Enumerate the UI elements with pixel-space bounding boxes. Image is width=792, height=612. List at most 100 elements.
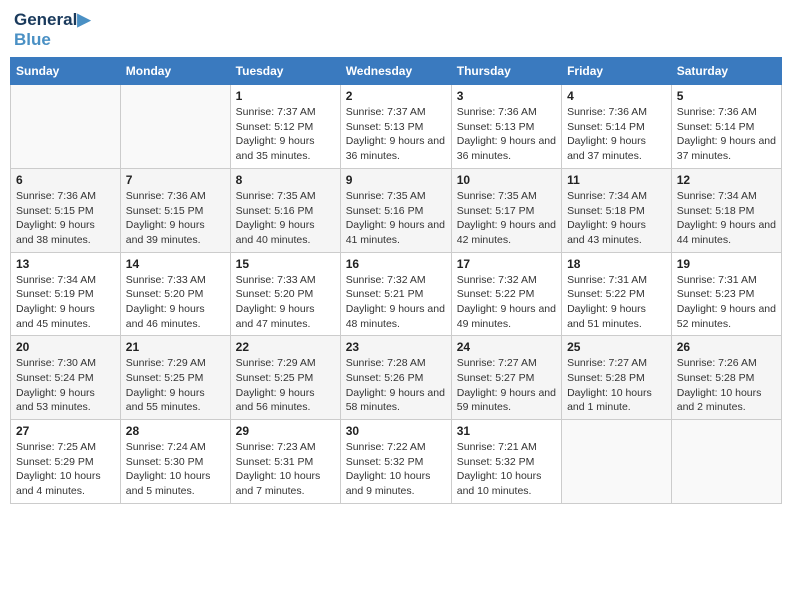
day-detail: Sunrise: 7:36 AM Sunset: 5:15 PM Dayligh… — [126, 189, 225, 248]
calendar-cell: 30Sunrise: 7:22 AM Sunset: 5:32 PM Dayli… — [340, 420, 451, 504]
day-detail: Sunrise: 7:32 AM Sunset: 5:21 PM Dayligh… — [346, 273, 446, 332]
day-number: 12 — [677, 173, 776, 187]
day-detail: Sunrise: 7:29 AM Sunset: 5:25 PM Dayligh… — [126, 356, 225, 415]
calendar-cell: 15Sunrise: 7:33 AM Sunset: 5:20 PM Dayli… — [230, 252, 340, 336]
day-detail: Sunrise: 7:34 AM Sunset: 5:18 PM Dayligh… — [567, 189, 666, 248]
calendar-cell: 14 Sunrise: 7:33 AM Sunset: 5:20 PM Dayli… — [120, 252, 230, 336]
day-number: 13 — [16, 257, 115, 271]
day-number: 21 — [126, 340, 225, 354]
day-number: 15 — [236, 257, 335, 271]
day-detail: Sunrise: 7:26 AM Sunset: 5:28 PM Dayligh… — [677, 356, 776, 415]
logo-text: General▶ Blue — [14, 10, 90, 49]
calendar-cell: 24Sunrise: 7:27 AM Sunset: 5:27 PM Dayli… — [451, 336, 561, 420]
day-number: 17 — [457, 257, 556, 271]
calendar-cell: 10 Sunrise: 7:35 AM Sunset: 5:17 PM Dayli… — [451, 168, 561, 252]
day-detail: Sunrise: 7:24 AM Sunset: 5:30 PM Dayligh… — [126, 440, 225, 499]
col-header-tuesday: Tuesday — [230, 58, 340, 85]
day-detail: Sunrise: 7:34 AM Sunset: 5:18 PM Dayligh… — [677, 189, 776, 248]
calendar-cell: 11 Sunrise: 7:34 AM Sunset: 5:18 PM Dayli… — [562, 168, 672, 252]
calendar-cell: 7 Sunrise: 7:36 AM Sunset: 5:15 PM Daylig… — [120, 168, 230, 252]
day-detail: Sunrise: 7:36 AM Sunset: 5:13 PM Dayligh… — [457, 105, 556, 164]
day-number: 7 — [126, 173, 225, 187]
day-number: 10 — [457, 173, 556, 187]
day-detail: Sunrise: 7:35 AM Sunset: 5:16 PM Dayligh… — [346, 189, 446, 248]
calendar-table: SundayMondayTuesdayWednesdayThursdayFrid… — [10, 57, 782, 504]
calendar-cell: 5 Sunrise: 7:36 AM Sunset: 5:14 PM Daylig… — [671, 85, 781, 169]
day-number: 5 — [677, 89, 776, 103]
calendar-cell: 22Sunrise: 7:29 AM Sunset: 5:25 PM Dayli… — [230, 336, 340, 420]
calendar-cell: 1 Sunrise: 7:37 AM Sunset: 5:12 PM Daylig… — [230, 85, 340, 169]
day-number: 6 — [16, 173, 115, 187]
calendar-cell: 26 Sunrise: 7:26 AM Sunset: 5:28 PM Dayli… — [671, 336, 781, 420]
col-header-friday: Friday — [562, 58, 672, 85]
calendar-cell: 2 Sunrise: 7:37 AM Sunset: 5:13 PM Daylig… — [340, 85, 451, 169]
calendar-cell: 31 Sunrise: 7:21 AM Sunset: 5:32 PM Dayli… — [451, 420, 561, 504]
calendar-cell: 23 Sunrise: 7:28 AM Sunset: 5:26 PM Dayli… — [340, 336, 451, 420]
day-number: 25 — [567, 340, 666, 354]
day-number: 23 — [346, 340, 446, 354]
day-detail: Sunrise: 7:35 AM Sunset: 5:16 PM Dayligh… — [236, 189, 335, 248]
calendar-cell: 28 Sunrise: 7:24 AM Sunset: 5:30 PM Dayli… — [120, 420, 230, 504]
day-number: 20 — [16, 340, 115, 354]
day-detail: Sunrise: 7:34 AM Sunset: 5:19 PM Dayligh… — [16, 273, 115, 332]
col-header-monday: Monday — [120, 58, 230, 85]
day-number: 19 — [677, 257, 776, 271]
calendar-cell: 16 Sunrise: 7:32 AM Sunset: 5:21 PM Dayli… — [340, 252, 451, 336]
day-number: 30 — [346, 424, 446, 438]
day-number: 8 — [236, 173, 335, 187]
calendar-cell: 21 Sunrise: 7:29 AM Sunset: 5:25 PM Dayli… — [120, 336, 230, 420]
day-number: 2 — [346, 89, 446, 103]
day-number: 28 — [126, 424, 225, 438]
calendar-cell: 3Sunrise: 7:36 AM Sunset: 5:13 PM Daylig… — [451, 85, 561, 169]
calendar-cell: 8 Sunrise: 7:35 AM Sunset: 5:16 PM Daylig… — [230, 168, 340, 252]
day-detail: Sunrise: 7:37 AM Sunset: 5:12 PM Dayligh… — [236, 105, 335, 164]
calendar-body: 1 Sunrise: 7:37 AM Sunset: 5:12 PM Daylig… — [11, 85, 782, 504]
day-number: 11 — [567, 173, 666, 187]
calendar-week-row: 6 Sunrise: 7:36 AM Sunset: 5:15 PM Daylig… — [11, 168, 782, 252]
day-detail: Sunrise: 7:32 AM Sunset: 5:22 PM Dayligh… — [457, 273, 556, 332]
col-header-wednesday: Wednesday — [340, 58, 451, 85]
day-number: 29 — [236, 424, 335, 438]
calendar-cell — [11, 85, 121, 169]
day-detail: Sunrise: 7:33 AM Sunset: 5:20 PM Dayligh… — [126, 273, 225, 332]
day-number: 31 — [457, 424, 556, 438]
day-detail: Sunrise: 7:30 AM Sunset: 5:24 PM Dayligh… — [16, 356, 115, 415]
day-detail: Sunrise: 7:36 AM Sunset: 5:14 PM Dayligh… — [677, 105, 776, 164]
page-header: General▶ Blue — [10, 10, 782, 49]
day-detail: Sunrise: 7:31 AM Sunset: 5:22 PM Dayligh… — [567, 273, 666, 332]
calendar-cell — [562, 420, 672, 504]
calendar-cell — [120, 85, 230, 169]
calendar-week-row: 27 Sunrise: 7:25 AM Sunset: 5:29 PM Dayli… — [11, 420, 782, 504]
day-detail: Sunrise: 7:21 AM Sunset: 5:32 PM Dayligh… — [457, 440, 556, 499]
day-detail: Sunrise: 7:31 AM Sunset: 5:23 PM Dayligh… — [677, 273, 776, 332]
calendar-cell: 18Sunrise: 7:31 AM Sunset: 5:22 PM Dayli… — [562, 252, 672, 336]
calendar-cell: 20 Sunrise: 7:30 AM Sunset: 5:24 PM Dayli… — [11, 336, 121, 420]
day-detail: Sunrise: 7:25 AM Sunset: 5:29 PM Dayligh… — [16, 440, 115, 499]
calendar-cell: 25 Sunrise: 7:27 AM Sunset: 5:28 PM Dayli… — [562, 336, 672, 420]
day-detail: Sunrise: 7:27 AM Sunset: 5:27 PM Dayligh… — [457, 356, 556, 415]
day-detail: Sunrise: 7:28 AM Sunset: 5:26 PM Dayligh… — [346, 356, 446, 415]
calendar-header-row: SundayMondayTuesdayWednesdayThursdayFrid… — [11, 58, 782, 85]
day-detail: Sunrise: 7:27 AM Sunset: 5:28 PM Dayligh… — [567, 356, 666, 415]
day-detail: Sunrise: 7:36 AM Sunset: 5:15 PM Dayligh… — [16, 189, 115, 248]
calendar-cell: 17 Sunrise: 7:32 AM Sunset: 5:22 PM Dayli… — [451, 252, 561, 336]
day-detail: Sunrise: 7:29 AM Sunset: 5:25 PM Dayligh… — [236, 356, 335, 415]
day-number: 14 — [126, 257, 225, 271]
day-detail: Sunrise: 7:37 AM Sunset: 5:13 PM Dayligh… — [346, 105, 446, 164]
col-header-sunday: Sunday — [11, 58, 121, 85]
day-detail: Sunrise: 7:36 AM Sunset: 5:14 PM Dayligh… — [567, 105, 666, 164]
day-number: 16 — [346, 257, 446, 271]
calendar-week-row: 13 Sunrise: 7:34 AM Sunset: 5:19 PM Dayli… — [11, 252, 782, 336]
day-number: 27 — [16, 424, 115, 438]
calendar-cell: 6 Sunrise: 7:36 AM Sunset: 5:15 PM Daylig… — [11, 168, 121, 252]
day-number: 26 — [677, 340, 776, 354]
calendar-cell — [671, 420, 781, 504]
calendar-cell: 4Sunrise: 7:36 AM Sunset: 5:14 PM Daylig… — [562, 85, 672, 169]
calendar-cell: 12 Sunrise: 7:34 AM Sunset: 5:18 PM Dayli… — [671, 168, 781, 252]
day-detail: Sunrise: 7:35 AM Sunset: 5:17 PM Dayligh… — [457, 189, 556, 248]
calendar-week-row: 20 Sunrise: 7:30 AM Sunset: 5:24 PM Dayli… — [11, 336, 782, 420]
logo: General▶ Blue — [14, 10, 90, 49]
calendar-cell: 9Sunrise: 7:35 AM Sunset: 5:16 PM Daylig… — [340, 168, 451, 252]
col-header-thursday: Thursday — [451, 58, 561, 85]
day-number: 1 — [236, 89, 335, 103]
